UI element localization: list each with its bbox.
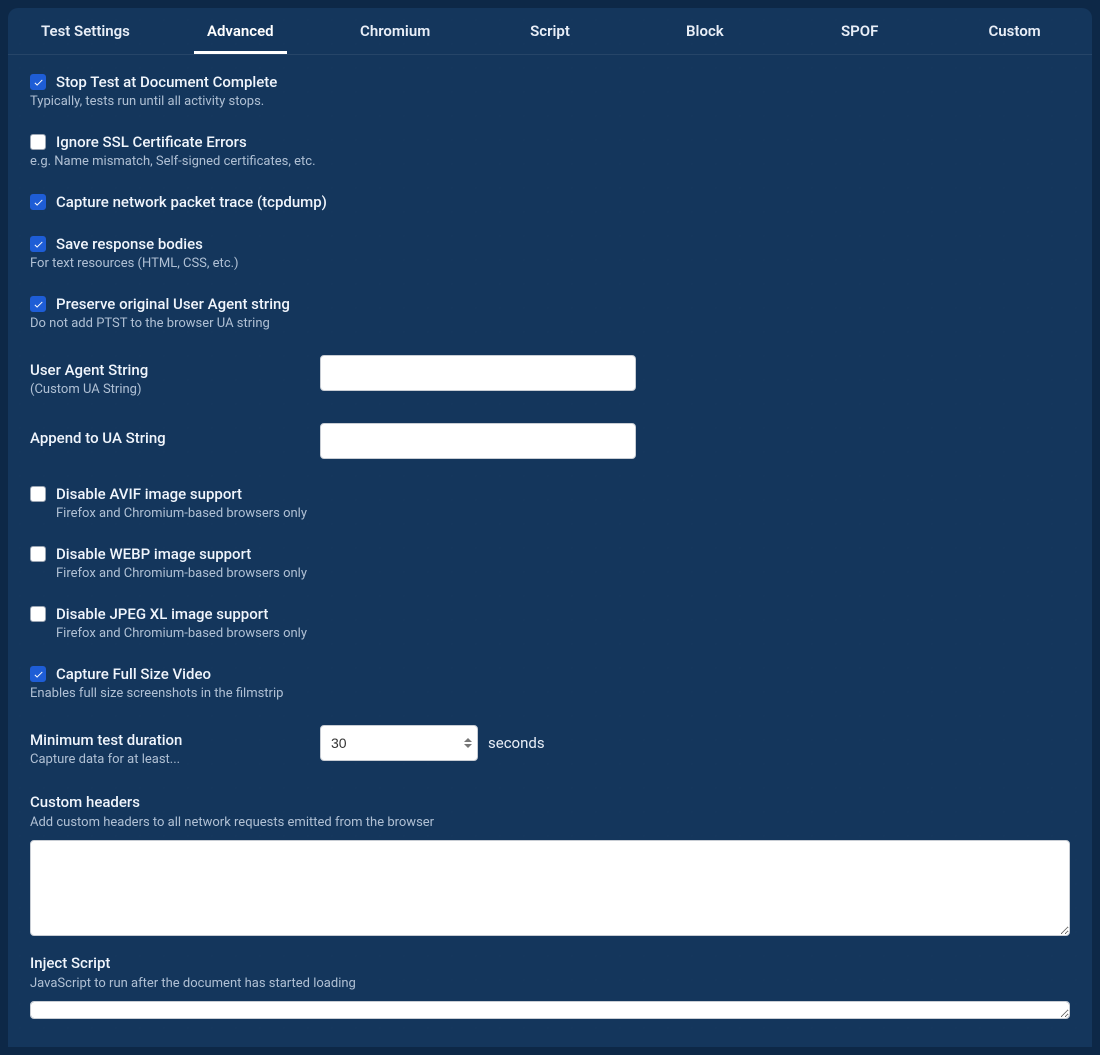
disable-jpegxl-help: Firefox and Chromium-based browsers only	[56, 626, 1070, 641]
ua-string-label: User Agent String	[30, 361, 320, 379]
save-bodies-label: Save response bodies	[56, 235, 203, 253]
advanced-content: Stop Test at Document Complete Typically…	[8, 55, 1092, 1047]
disable-avif-checkbox[interactable]	[30, 486, 46, 502]
min-duration-help: Capture data for at least...	[30, 752, 320, 767]
check-icon	[33, 77, 44, 88]
ignore-ssl-label: Ignore SSL Certificate Errors	[56, 133, 247, 151]
inject-script-textarea[interactable]	[30, 1001, 1070, 1019]
disable-jpegxl-checkbox[interactable]	[30, 606, 46, 622]
full-video-checkbox[interactable]	[30, 666, 46, 682]
disable-jpegxl-label: Disable JPEG XL image support	[56, 605, 268, 623]
custom-headers-label: Custom headers	[30, 793, 1070, 811]
stop-test-label: Stop Test at Document Complete	[56, 73, 277, 91]
preserve-ua-help: Do not add PTST to the browser UA string	[30, 316, 1070, 331]
min-duration-suffix: seconds	[488, 734, 545, 752]
settings-panel: Test Settings Advanced Chromium Script B…	[8, 8, 1092, 1047]
check-icon	[33, 239, 44, 250]
tab-block[interactable]: Block	[627, 8, 782, 54]
min-duration-input[interactable]	[320, 725, 478, 761]
tab-chromium[interactable]: Chromium	[318, 8, 473, 54]
full-video-label: Capture Full Size Video	[56, 665, 211, 683]
tcpdump-label: Capture network packet trace (tcpdump)	[56, 193, 327, 211]
inject-script-label: Inject Script	[30, 954, 1070, 972]
stop-test-help: Typically, tests run until all activity …	[30, 94, 1070, 109]
tab-spof[interactable]: SPOF	[782, 8, 937, 54]
ua-string-input[interactable]	[320, 355, 636, 391]
preserve-ua-checkbox[interactable]	[30, 296, 46, 312]
disable-webp-checkbox[interactable]	[30, 546, 46, 562]
custom-headers-textarea[interactable]	[30, 840, 1070, 936]
append-ua-label: Append to UA String	[30, 429, 320, 447]
full-video-help: Enables full size screenshots in the fil…	[30, 686, 1070, 701]
tab-script[interactable]: Script	[473, 8, 628, 54]
ignore-ssl-help: e.g. Name mismatch, Self-signed certific…	[30, 154, 1070, 169]
custom-headers-help: Add custom headers to all network reques…	[30, 815, 1070, 830]
disable-webp-label: Disable WEBP image support	[56, 545, 251, 563]
tab-test-settings[interactable]: Test Settings	[8, 8, 163, 54]
append-ua-input[interactable]	[320, 423, 636, 459]
disable-webp-help: Firefox and Chromium-based browsers only	[56, 566, 1070, 581]
tcpdump-checkbox[interactable]	[30, 194, 46, 210]
preserve-ua-label: Preserve original User Agent string	[56, 295, 290, 313]
stop-test-checkbox[interactable]	[30, 74, 46, 90]
min-duration-label: Minimum test duration	[30, 731, 320, 749]
ua-string-help: (Custom UA String)	[30, 382, 320, 397]
tabs-bar: Test Settings Advanced Chromium Script B…	[8, 8, 1092, 55]
save-bodies-checkbox[interactable]	[30, 236, 46, 252]
inject-script-help: JavaScript to run after the document has…	[30, 976, 1070, 991]
check-icon	[33, 197, 44, 208]
check-icon	[33, 669, 44, 680]
tab-custom[interactable]: Custom	[937, 8, 1092, 54]
save-bodies-help: For text resources (HTML, CSS, etc.)	[30, 256, 1070, 271]
ignore-ssl-checkbox[interactable]	[30, 134, 46, 150]
check-icon	[33, 299, 44, 310]
disable-avif-help: Firefox and Chromium-based browsers only	[56, 506, 1070, 521]
disable-avif-label: Disable AVIF image support	[56, 485, 242, 503]
tab-advanced[interactable]: Advanced	[163, 8, 318, 54]
